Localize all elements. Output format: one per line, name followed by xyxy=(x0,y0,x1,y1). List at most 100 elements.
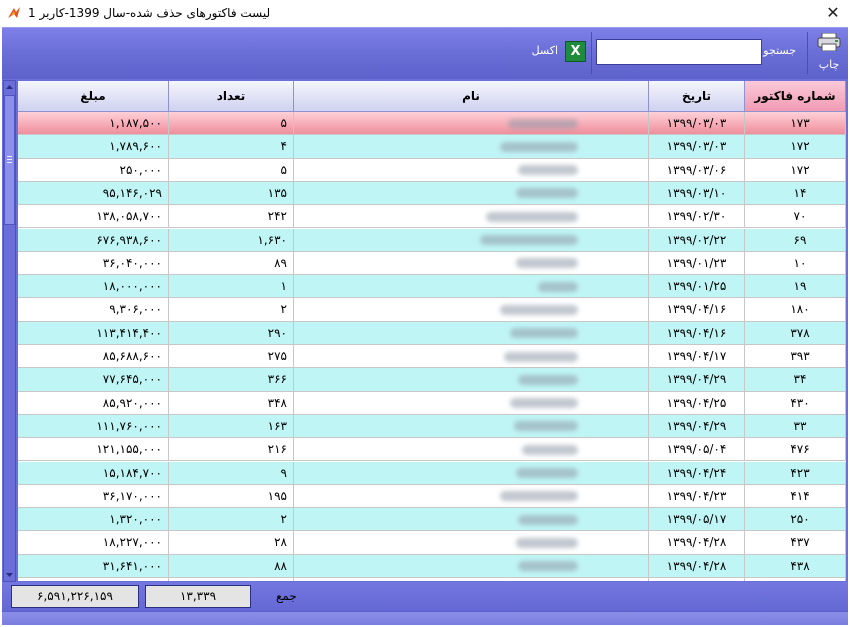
table-row[interactable]: ۳۶,۰۴۰,۰۰۰ ۸۹ ۱۳۹۹/۰۱/۲۳ ۱۰ xyxy=(18,251,846,276)
redacted-name xyxy=(500,491,578,502)
redacted-name xyxy=(510,328,578,339)
table-row[interactable]: ۱۸,۲۲۷,۰۰۰ ۲۸ ۱۳۹۹/۰۴/۲۸ ۴۳۷ xyxy=(18,531,846,555)
total-amount-field: ۶,۵۹۱,۲۲۶,۱۵۹ xyxy=(11,585,139,608)
quantity-cell: ۲۸ xyxy=(169,531,294,555)
column-header-amount[interactable]: مبلغ xyxy=(18,81,169,112)
table-row[interactable]: ۸۵,۶۸۸,۶۰۰ ۲۷۵ ۱۳۹۹/۰۴/۱۷ ۳۹۳ xyxy=(18,345,846,369)
invoice-number-cell: ۳۷۸ xyxy=(745,321,846,345)
date-cell: ۱۳۹۹/۰۴/۲۹ xyxy=(649,414,745,439)
name-cell xyxy=(294,275,649,299)
invoice-number-cell: ۱۷۲ xyxy=(745,158,846,182)
column-header-quantity[interactable]: تعداد xyxy=(169,81,294,112)
table-row[interactable]: ۳۱,۶۴۱,۰۰۰ ۸۸ ۱۳۹۹/۰۴/۲۸ ۴۳۸ xyxy=(18,554,846,578)
name-cell xyxy=(294,181,649,206)
name-cell xyxy=(294,368,649,392)
table-row[interactable]: ۱,۳۲۰,۰۰۰ ۲ ۱۳۹۹/۰۵/۱۷ ۲۵۰ xyxy=(18,508,846,532)
invoice-number-cell: ۱۴ xyxy=(745,181,846,206)
invoice-number-cell: ۴۲۳ xyxy=(745,461,846,485)
redacted-name xyxy=(538,281,578,292)
name-cell xyxy=(294,321,649,345)
table-row[interactable] xyxy=(18,578,846,581)
redacted-name xyxy=(504,351,578,362)
table-row[interactable]: ۲۵۰,۰۰۰ ۵ ۱۳۹۹/۰۳/۰۶ ۱۷۲ xyxy=(18,158,846,182)
scroll-down-arrow-icon[interactable] xyxy=(5,570,14,580)
invoice-number-cell: ۳۹۳ xyxy=(745,345,846,369)
vertical-scrollbar[interactable] xyxy=(3,80,16,582)
quantity-cell: ۲ xyxy=(169,298,294,322)
column-header-date[interactable]: تاریخ xyxy=(649,81,745,112)
quantity-cell: ۸۹ xyxy=(169,251,294,276)
invoice-number-cell: ۱۷۲ xyxy=(745,135,846,159)
scroll-up-arrow-icon[interactable] xyxy=(5,82,14,92)
invoice-number-cell: ۱۰ xyxy=(745,251,846,276)
quantity-cell: ۴ xyxy=(169,135,294,159)
redacted-name xyxy=(518,165,578,176)
quantity-cell: ۹ xyxy=(169,461,294,485)
redacted-name xyxy=(516,468,578,478)
table-row[interactable]: ۹۵,۱۴۶,۰۲۹ ۱۳۵ ۱۳۹۹/۰۳/۱۰ ۱۴ xyxy=(18,181,846,206)
date-cell: ۱۳۹۹/۰۴/۱۶ xyxy=(649,298,745,322)
table-row[interactable]: ۱۱۳,۴۱۴,۴۰۰ ۲۹۰ ۱۳۹۹/۰۴/۱۶ ۳۷۸ xyxy=(18,321,846,345)
app-logo-icon xyxy=(8,7,20,18)
name-cell xyxy=(294,391,649,415)
date-cell: ۱۳۹۹/۰۵/۰۴ xyxy=(649,438,745,462)
quantity-cell: ۸۸ xyxy=(169,554,294,578)
totals-bar: ۶,۵۹۱,۲۲۶,۱۵۹ ۱۳,۳۳۹ جمع xyxy=(2,582,848,611)
thumb-grip xyxy=(7,156,12,157)
date-cell: ۱۳۹۹/۰۴/۱۷ xyxy=(649,345,745,369)
invoice-number-cell: ۲۵۰ xyxy=(745,508,846,532)
scrollbar-thumb[interactable] xyxy=(4,95,15,225)
amount-cell: ۱۳۸,۰۵۸,۷۰۰ xyxy=(18,205,169,229)
amount-cell: ۶۷۶,۹۳۸,۶۰۰ xyxy=(18,228,169,252)
name-cell xyxy=(294,112,649,136)
total-quantity-field: ۱۳,۳۳۹ xyxy=(145,585,251,608)
window-title: لیست فاکتورهای حذف شده-سال 1399-کاربر 1 xyxy=(28,6,271,20)
table-row[interactable]: ۳۶,۱۷۰,۰۰۰ ۱۹۵ ۱۳۹۹/۰۴/۲۳ ۴۱۴ xyxy=(18,484,846,509)
invoice-number-cell: ۳۴ xyxy=(745,368,846,392)
excel-label: اکسل xyxy=(531,44,558,57)
quantity-cell: ۲۴۲ xyxy=(169,205,294,229)
invoice-number-cell: ۴۱۴ xyxy=(745,484,846,509)
amount-cell: ۸۵,۹۲۰,۰۰۰ xyxy=(18,391,169,415)
date-cell: ۱۳۹۹/۰۵/۱۷ xyxy=(649,508,745,532)
date-cell: ۱۳۹۹/۰۴/۲۵ xyxy=(649,391,745,415)
quantity-cell xyxy=(169,578,294,581)
toolbar-divider xyxy=(807,32,808,74)
redacted-name xyxy=(518,374,578,385)
table-row[interactable]: ۱,۷۸۹,۶۰۰ ۴ ۱۳۹۹/۰۳/۰۳ ۱۷۲ xyxy=(18,135,846,159)
search-input[interactable] xyxy=(596,39,762,65)
redacted-name xyxy=(500,304,578,315)
redacted-name xyxy=(518,514,578,525)
amount-cell: ۱,۷۸۹,۶۰۰ xyxy=(18,135,169,159)
print-label: چاپ xyxy=(818,58,840,71)
close-button[interactable]: ✕ xyxy=(816,0,850,27)
table-row[interactable]: ۱۸,۰۰۰,۰۰۰ ۱ ۱۳۹۹/۰۱/۲۵ ۱۹ xyxy=(18,275,846,299)
name-cell xyxy=(294,228,649,252)
quantity-cell: ۲۷۵ xyxy=(169,345,294,369)
thumb-grip xyxy=(7,159,12,160)
date-cell: ۱۳۹۹/۰۴/۲۳ xyxy=(649,484,745,509)
quantity-cell: ۲۱۶ xyxy=(169,438,294,462)
table-row[interactable]: ۱۳۸,۰۵۸,۷۰۰ ۲۴۲ ۱۳۹۹/۰۲/۳۰ ۷۰ xyxy=(18,205,846,229)
amount-cell: ۱,۱۸۷,۵۰۰ xyxy=(18,112,169,136)
table-row[interactable]: ۹,۳۰۶,۰۰۰ ۲ ۱۳۹۹/۰۴/۱۶ ۱۸۰ xyxy=(18,298,846,322)
amount-cell xyxy=(18,578,169,581)
table-row[interactable]: ۸۵,۹۲۰,۰۰۰ ۳۴۸ ۱۳۹۹/۰۴/۲۵ ۴۳۰ xyxy=(18,391,846,415)
column-header-name[interactable]: نام xyxy=(294,81,649,112)
print-button[interactable]: چاپ xyxy=(814,30,844,74)
column-header-invoice-number[interactable]: شماره فاکتور xyxy=(745,81,846,112)
table-row[interactable]: ۱۵,۱۸۴,۷۰۰ ۹ ۱۳۹۹/۰۴/۲۴ ۴۲۳ xyxy=(18,461,846,485)
date-cell: ۱۳۹۹/۰۱/۲۳ xyxy=(649,251,745,276)
printer-icon xyxy=(817,33,841,51)
quantity-cell: ۲۹۰ xyxy=(169,321,294,345)
redacted-name xyxy=(500,141,578,152)
table-row[interactable]: ۱۱۱,۷۶۰,۰۰۰ ۱۶۳ ۱۳۹۹/۰۴/۲۹ ۳۳ xyxy=(18,414,846,439)
name-cell xyxy=(294,554,649,578)
amount-cell: ۹۵,۱۴۶,۰۲۹ xyxy=(18,181,169,206)
table-row[interactable]: ۱,۱۸۷,۵۰۰ ۵ ۱۳۹۹/۰۳/۰۳ ۱۷۳ xyxy=(18,112,846,136)
table-row[interactable]: ۱۲۱,۱۵۵,۰۰۰ ۲۱۶ ۱۳۹۹/۰۵/۰۴ ۴۷۶ xyxy=(18,438,846,462)
table-row[interactable]: ۶۷۶,۹۳۸,۶۰۰ ۱,۶۳۰ ۱۳۹۹/۰۲/۲۲ ۶۹ xyxy=(18,228,846,252)
table-row[interactable]: ۷۷,۶۴۵,۰۰۰ ۳۶۶ ۱۳۹۹/۰۴/۲۹ ۳۴ xyxy=(18,368,846,392)
excel-export-button[interactable]: X اکسل xyxy=(526,40,588,64)
thumb-grip xyxy=(7,162,12,163)
